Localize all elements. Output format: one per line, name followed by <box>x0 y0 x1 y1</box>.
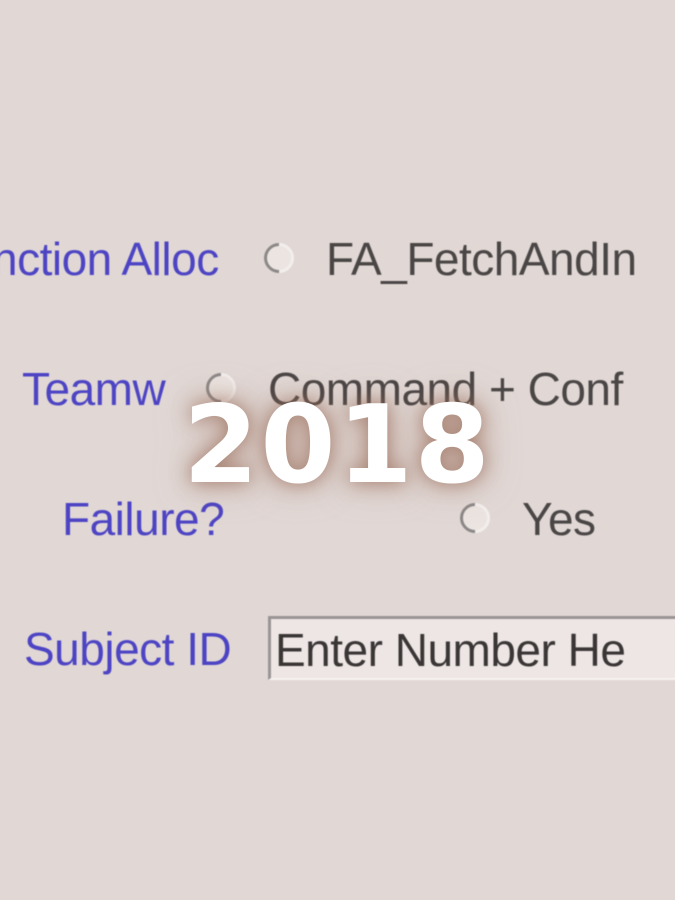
function-allocation-label: nction Alloc <box>0 233 219 285</box>
function-allocation-option-label[interactable]: FA_FetchAndIn <box>326 236 637 282</box>
failure-yes-option-label[interactable]: Yes <box>522 496 596 542</box>
subject-id-input[interactable]: Enter Number He <box>268 616 675 680</box>
year-overlay: 2018 <box>183 383 492 508</box>
function-allocation-radio[interactable] <box>257 236 301 280</box>
subject-id-label: Subject ID <box>24 623 232 675</box>
